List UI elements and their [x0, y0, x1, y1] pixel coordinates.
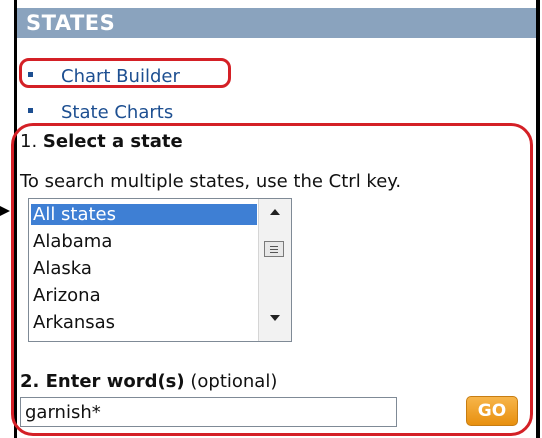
step2-label: 2. Enter word(s) (optional) — [20, 371, 277, 392]
step1-number: 1. — [20, 131, 38, 152]
states-header: STATES — [17, 8, 536, 38]
step1-hint: To search multiple states, use the Ctrl … — [20, 171, 402, 192]
step2-optional: (optional) — [190, 371, 278, 392]
header-title: STATES — [26, 11, 116, 35]
state-option-alaska[interactable]: Alaska — [33, 258, 92, 279]
state-option-alabama[interactable]: Alabama — [33, 231, 112, 252]
step1-title: Select a state — [42, 131, 183, 152]
state-option-arkansas[interactable]: Arkansas — [33, 312, 115, 333]
word-search-input[interactable] — [20, 397, 397, 427]
go-button[interactable]: GO — [466, 396, 518, 426]
state-option-arizona[interactable]: Arizona — [33, 285, 101, 306]
scroll-up-arrow-icon[interactable] — [270, 209, 280, 215]
state-option-all-states[interactable]: All states — [31, 204, 257, 225]
right-border-line — [536, 0, 540, 438]
state-charts-link[interactable]: State Charts — [61, 102, 173, 123]
step1-label: 1. Select a state — [20, 131, 183, 152]
list-scrollbar[interactable] — [258, 199, 291, 341]
scroll-down-arrow-icon[interactable] — [270, 315, 280, 321]
step2-title: 2. Enter word(s) — [20, 371, 185, 392]
scroll-thumb[interactable] — [264, 241, 284, 257]
highlight-ring-chart-builder — [19, 58, 231, 88]
state-select-list[interactable]: All states Alabama Alaska Arizona Arkans… — [28, 198, 292, 342]
bullet-icon — [28, 108, 33, 113]
callout-arrow-icon — [0, 206, 10, 216]
